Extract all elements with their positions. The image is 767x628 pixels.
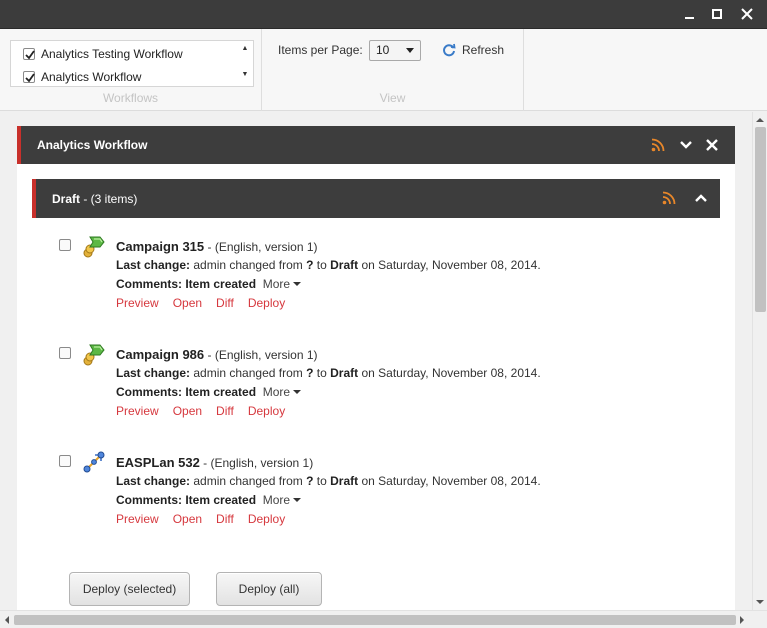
- window-titlebar: [0, 0, 767, 29]
- close-icon[interactable]: [705, 138, 719, 152]
- item-meta: - (English, version 1): [204, 240, 318, 254]
- preview-link[interactable]: Preview: [116, 296, 159, 310]
- item-checkbox[interactable]: [59, 455, 71, 467]
- deploy-link[interactable]: Deploy: [248, 404, 285, 418]
- preview-link[interactable]: Preview: [116, 404, 159, 418]
- workflow-checkbox[interactable]: [23, 48, 35, 60]
- chevron-down-icon[interactable]: [293, 390, 302, 394]
- item-name[interactable]: EASPLan 532: [116, 455, 200, 470]
- item-actions: Preview Open Diff Deploy: [116, 404, 299, 418]
- diff-link[interactable]: Diff: [216, 296, 234, 310]
- refresh-button[interactable]: Refresh: [442, 43, 504, 57]
- workflow-panel-title: Analytics Workflow: [37, 138, 148, 152]
- chevron-down-icon[interactable]: [293, 282, 302, 286]
- maximize-icon[interactable]: [706, 4, 728, 24]
- chevron-down-icon[interactable]: [679, 138, 693, 152]
- vertical-scrollbar[interactable]: [752, 112, 767, 610]
- item-last-change: Last change: admin changed from ? to Dra…: [116, 366, 541, 380]
- refresh-label: Refresh: [462, 43, 505, 57]
- workflow-label: Analytics Workflow: [41, 70, 142, 84]
- item-name[interactable]: Campaign 315: [116, 239, 204, 254]
- item-title-line: Campaign 315 - (English, version 1): [116, 239, 318, 254]
- open-link[interactable]: Open: [173, 512, 202, 526]
- view-group-label: View: [379, 91, 406, 105]
- workflows-list: Analytics Testing Workflow Analytics Wor…: [10, 40, 254, 87]
- item-actions: Preview Open Diff Deploy: [116, 296, 299, 310]
- item-name[interactable]: Campaign 986: [116, 347, 204, 362]
- state-title: Draft - (3 items): [52, 192, 138, 206]
- item-last-change: Last change: admin changed from ? to Dra…: [116, 474, 541, 488]
- item-last-change: Last change: admin changed from ? to Dra…: [116, 258, 541, 272]
- scroll-left-icon[interactable]: [5, 616, 9, 624]
- workflow-panel-header: Analytics Workflow: [17, 126, 735, 164]
- scroll-right-icon[interactable]: [740, 616, 744, 624]
- scroll-up-icon[interactable]: [756, 118, 764, 122]
- workflow-item-analytics-testing[interactable]: Analytics Testing Workflow: [23, 45, 183, 63]
- campaign-icon: [83, 344, 105, 366]
- workflow-item-analytics[interactable]: Analytics Workflow: [23, 68, 141, 86]
- workflows-group: Analytics Testing Workflow Analytics Wor…: [0, 29, 262, 111]
- horizontal-scrollbar[interactable]: [0, 610, 767, 628]
- content-area: Analytics Workflow Draft - (3 items) Cam…: [0, 112, 752, 610]
- more-link[interactable]: More: [263, 493, 290, 507]
- more-link[interactable]: More: [263, 277, 290, 291]
- item-meta: - (English, version 1): [199, 456, 314, 470]
- scrollbar-thumb[interactable]: [14, 615, 736, 625]
- items-per-page-value: 10: [376, 43, 390, 57]
- item-actions: Preview Open Diff Deploy: [116, 512, 299, 526]
- diff-link[interactable]: Diff: [216, 404, 234, 418]
- workflow-label: Analytics Testing Workflow: [41, 47, 183, 61]
- deploy-selected-button[interactable]: Deploy (selected): [69, 572, 190, 606]
- item-title-line: EASPLan 532 - (English, version 1): [116, 455, 313, 470]
- items-per-page-select[interactable]: 10: [369, 40, 421, 61]
- more-link[interactable]: More: [263, 385, 290, 399]
- deploy-link[interactable]: Deploy: [248, 296, 285, 310]
- list-item: Campaign 986 - (English, version 1) Last…: [57, 342, 717, 432]
- list-item: EASPLan 532 - (English, version 1) Last …: [57, 450, 717, 540]
- list-item: Campaign 315 - (English, version 1) Last…: [57, 234, 717, 324]
- items-per-page-label: Items per Page:: [278, 43, 363, 57]
- workflow-panel: Analytics Workflow Draft - (3 items) Cam…: [17, 126, 735, 610]
- view-group: Items per Page: 10 Refresh View: [262, 29, 524, 111]
- rss-icon[interactable]: [662, 191, 676, 205]
- preview-link[interactable]: Preview: [116, 512, 159, 526]
- list-scroll-up-icon[interactable]: ▲: [240, 45, 250, 52]
- rss-icon[interactable]: [651, 138, 665, 152]
- minimize-icon[interactable]: [678, 4, 700, 24]
- plan-icon: [83, 451, 105, 473]
- deploy-link[interactable]: Deploy: [248, 512, 285, 526]
- item-comments: Comments: Item created More: [116, 493, 302, 507]
- open-link[interactable]: Open: [173, 404, 202, 418]
- close-icon[interactable]: [736, 4, 758, 24]
- item-title-line: Campaign 986 - (English, version 1): [116, 347, 318, 362]
- ribbon: Analytics Testing Workflow Analytics Wor…: [0, 29, 767, 111]
- open-link[interactable]: Open: [173, 296, 202, 310]
- workflows-group-label: Workflows: [102, 91, 159, 105]
- scrollbar-thumb[interactable]: [755, 127, 766, 312]
- deploy-all-button[interactable]: Deploy (all): [216, 572, 322, 606]
- chevron-up-icon[interactable]: [694, 191, 708, 205]
- item-checkbox[interactable]: [59, 347, 71, 359]
- workflow-checkbox[interactable]: [23, 71, 35, 83]
- item-checkbox[interactable]: [59, 239, 71, 251]
- item-meta: - (English, version 1): [204, 348, 318, 362]
- item-comments: Comments: Item created More: [116, 277, 302, 291]
- diff-link[interactable]: Diff: [216, 512, 234, 526]
- chevron-down-icon[interactable]: [293, 498, 302, 502]
- campaign-icon: [83, 236, 105, 258]
- list-scroll-down-icon[interactable]: ▼: [240, 71, 250, 78]
- chevron-down-icon: [406, 48, 414, 53]
- state-header: Draft - (3 items): [32, 179, 720, 218]
- refresh-icon: [443, 43, 456, 57]
- item-comments: Comments: Item created More: [116, 385, 302, 399]
- scroll-down-icon[interactable]: [756, 600, 764, 604]
